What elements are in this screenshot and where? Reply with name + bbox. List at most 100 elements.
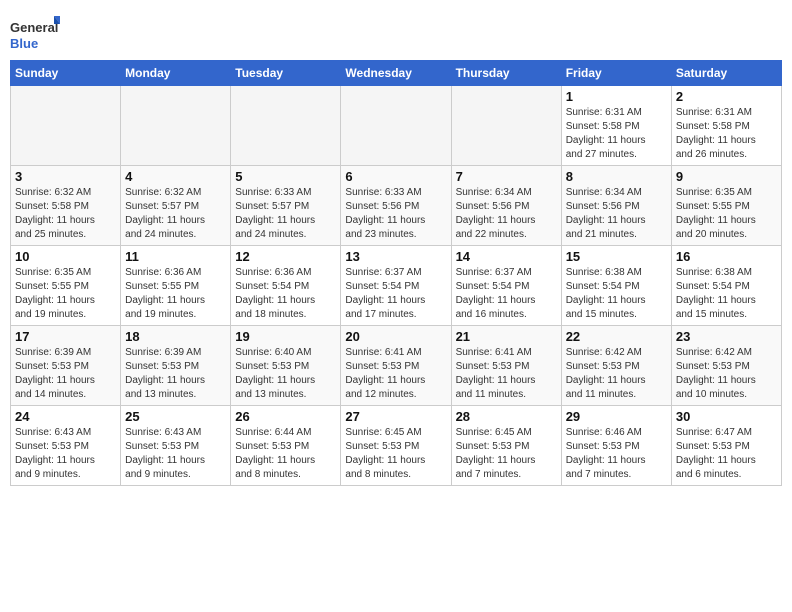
day-cell: 8Sunrise: 6:34 AM Sunset: 5:56 PM Daylig… [561,166,671,246]
day-info: Sunrise: 6:40 AM Sunset: 5:53 PM Dayligh… [235,346,336,402]
day-cell [121,86,231,166]
day-cell: 24 Sunrise: 6:43 AM Sunset: 5:53 PM Dayli… [11,406,121,486]
day-number: 29 [566,409,667,424]
day-info: Sunrise: 6:35 AM Sunset: 5:55 PM Dayligh… [15,266,116,322]
day-info: Sunrise: 6:41 AM Sunset: 5:53 PM Dayligh… [345,346,446,402]
day-number: 25 [125,409,226,424]
day-cell: 19 Sunrise: 6:40 AM Sunset: 5:53 PM Dayli… [231,326,341,406]
day-number: 24 [15,409,116,424]
day-info: Sunrise: 6:43 AM Sunset: 5:53 PM Dayligh… [15,426,116,482]
day-info: Sunrise: 6:39 AM Sunset: 5:53 PM Dayligh… [15,346,116,402]
day-number: 21 [456,329,557,344]
day-info: Sunrise: 6:45 AM Sunset: 5:53 PM Dayligh… [456,426,557,482]
header: General Blue [10,10,782,54]
day-number: 18 [125,329,226,344]
day-cell: 10 Sunrise: 6:35 AM Sunset: 5:55 PM Dayli… [11,246,121,326]
day-cell: 12 Sunrise: 6:36 AM Sunset: 5:54 PM Dayli… [231,246,341,326]
day-cell: 11 Sunrise: 6:36 AM Sunset: 5:55 PM Dayli… [121,246,231,326]
day-cell: 26 Sunrise: 6:44 AM Sunset: 5:53 PM Dayli… [231,406,341,486]
day-number: 16 [676,249,777,264]
day-cell [341,86,451,166]
day-cell: 17 Sunrise: 6:39 AM Sunset: 5:53 PM Dayli… [11,326,121,406]
day-cell: 14 Sunrise: 6:37 AM Sunset: 5:54 PM Dayli… [451,246,561,326]
day-info: Sunrise: 6:31 AM Sunset: 5:58 PM Dayligh… [676,106,777,162]
day-number: 2 [676,89,777,104]
day-cell: 3 Sunrise: 6:32 AM Sunset: 5:58 PM Daylig… [11,166,121,246]
day-info: Sunrise: 6:33 AM Sunset: 5:57 PM Dayligh… [235,186,336,242]
day-info: Sunrise: 6:36 AM Sunset: 5:55 PM Dayligh… [125,266,226,322]
day-info: Sunrise: 6:32 AM Sunset: 5:57 PM Dayligh… [125,186,226,242]
day-cell: 30 Sunrise: 6:47 AM Sunset: 5:53 PM Dayli… [671,406,781,486]
day-number: 5 [235,169,336,184]
weekday-header-monday: Monday [121,61,231,86]
day-number: 22 [566,329,667,344]
week-row-1: 1 Sunrise: 6:31 AM Sunset: 5:58 PM Daylig… [11,86,782,166]
day-cell: 23 Sunrise: 6:42 AM Sunset: 5:53 PM Dayli… [671,326,781,406]
day-cell: 15Sunrise: 6:38 AM Sunset: 5:54 PM Dayli… [561,246,671,326]
day-info: Sunrise: 6:33 AM Sunset: 5:56 PM Dayligh… [345,186,446,242]
day-info: Sunrise: 6:36 AM Sunset: 5:54 PM Dayligh… [235,266,336,322]
day-info: Sunrise: 6:38 AM Sunset: 5:54 PM Dayligh… [676,266,777,322]
day-info: Sunrise: 6:45 AM Sunset: 5:53 PM Dayligh… [345,426,446,482]
day-info: Sunrise: 6:34 AM Sunset: 5:56 PM Dayligh… [456,186,557,242]
weekday-header-friday: Friday [561,61,671,86]
day-cell: 28 Sunrise: 6:45 AM Sunset: 5:53 PM Dayli… [451,406,561,486]
day-number: 9 [676,169,777,184]
day-info: Sunrise: 6:34 AM Sunset: 5:56 PM Dayligh… [566,186,667,242]
day-info: Sunrise: 6:43 AM Sunset: 5:53 PM Dayligh… [125,426,226,482]
day-number: 17 [15,329,116,344]
day-info: Sunrise: 6:35 AM Sunset: 5:55 PM Dayligh… [676,186,777,242]
day-info: Sunrise: 6:32 AM Sunset: 5:58 PM Dayligh… [15,186,116,242]
day-number: 14 [456,249,557,264]
day-cell [11,86,121,166]
week-row-2: 3 Sunrise: 6:32 AM Sunset: 5:58 PM Daylig… [11,166,782,246]
day-number: 28 [456,409,557,424]
day-cell [451,86,561,166]
day-cell: 21Sunrise: 6:41 AM Sunset: 5:53 PM Dayli… [451,326,561,406]
day-info: Sunrise: 6:46 AM Sunset: 5:53 PM Dayligh… [566,426,667,482]
day-info: Sunrise: 6:39 AM Sunset: 5:53 PM Dayligh… [125,346,226,402]
day-number: 30 [676,409,777,424]
svg-text:General: General [10,20,58,35]
day-cell: 6 Sunrise: 6:33 AM Sunset: 5:56 PM Daylig… [341,166,451,246]
day-info: Sunrise: 6:42 AM Sunset: 5:53 PM Dayligh… [676,346,777,402]
day-number: 3 [15,169,116,184]
logo: General Blue [10,14,60,54]
day-cell: 25 Sunrise: 6:43 AM Sunset: 5:53 PM Dayli… [121,406,231,486]
day-cell: 2 Sunrise: 6:31 AM Sunset: 5:58 PM Daylig… [671,86,781,166]
day-info: Sunrise: 6:37 AM Sunset: 5:54 PM Dayligh… [345,266,446,322]
day-cell: 27Sunrise: 6:45 AM Sunset: 5:53 PM Dayli… [341,406,451,486]
day-number: 26 [235,409,336,424]
calendar-table: SundayMondayTuesdayWednesdayThursdayFrid… [10,60,782,486]
day-info: Sunrise: 6:44 AM Sunset: 5:53 PM Dayligh… [235,426,336,482]
weekday-header-saturday: Saturday [671,61,781,86]
day-cell: 13 Sunrise: 6:37 AM Sunset: 5:54 PM Dayli… [341,246,451,326]
day-info: Sunrise: 6:47 AM Sunset: 5:53 PM Dayligh… [676,426,777,482]
day-info: Sunrise: 6:37 AM Sunset: 5:54 PM Dayligh… [456,266,557,322]
day-number: 7 [456,169,557,184]
day-info: Sunrise: 6:42 AM Sunset: 5:53 PM Dayligh… [566,346,667,402]
week-row-5: 24 Sunrise: 6:43 AM Sunset: 5:53 PM Dayli… [11,406,782,486]
day-number: 1 [566,89,667,104]
day-cell: 5 Sunrise: 6:33 AM Sunset: 5:57 PM Daylig… [231,166,341,246]
day-number: 23 [676,329,777,344]
day-cell: 29 Sunrise: 6:46 AM Sunset: 5:53 PM Dayli… [561,406,671,486]
day-number: 6 [345,169,446,184]
day-number: 10 [15,249,116,264]
weekday-header-tuesday: Tuesday [231,61,341,86]
day-number: 12 [235,249,336,264]
day-number: 4 [125,169,226,184]
svg-text:Blue: Blue [10,36,38,51]
week-row-4: 17 Sunrise: 6:39 AM Sunset: 5:53 PM Dayli… [11,326,782,406]
day-cell: 9 Sunrise: 6:35 AM Sunset: 5:55 PM Daylig… [671,166,781,246]
day-number: 13 [345,249,446,264]
day-number: 19 [235,329,336,344]
day-cell: 22 Sunrise: 6:42 AM Sunset: 5:53 PM Dayli… [561,326,671,406]
day-cell: 7 Sunrise: 6:34 AM Sunset: 5:56 PM Daylig… [451,166,561,246]
weekday-header-wednesday: Wednesday [341,61,451,86]
day-number: 11 [125,249,226,264]
weekday-header-sunday: Sunday [11,61,121,86]
week-row-3: 10 Sunrise: 6:35 AM Sunset: 5:55 PM Dayli… [11,246,782,326]
day-cell: 20Sunrise: 6:41 AM Sunset: 5:53 PM Dayli… [341,326,451,406]
day-number: 15 [566,249,667,264]
